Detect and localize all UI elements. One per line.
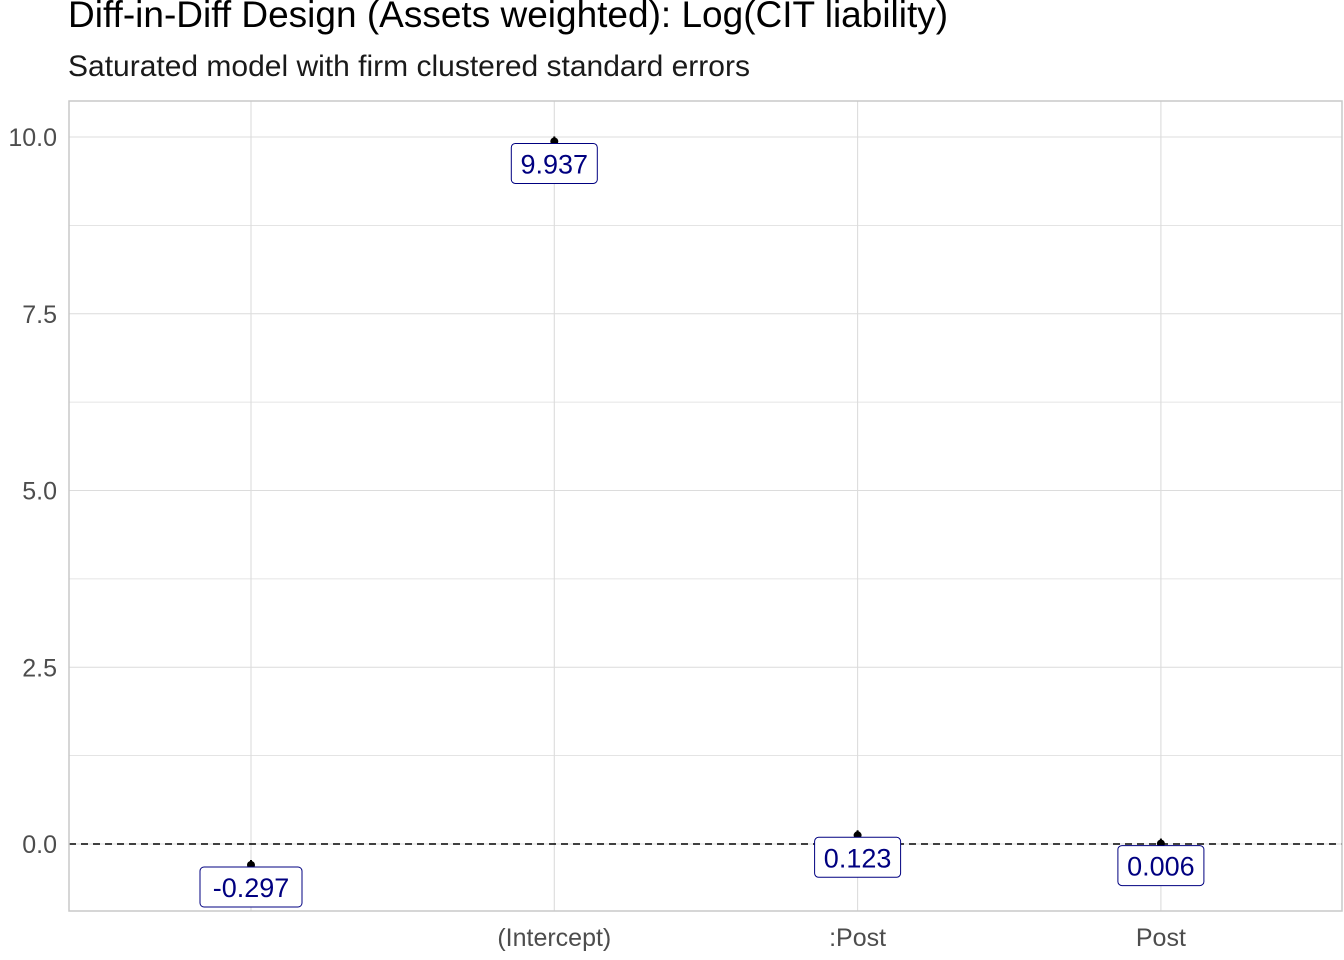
x-tick-label: (Intercept) <box>497 924 611 952</box>
y-tick-label: 5.0 <box>22 478 57 506</box>
x-tick-label: Post <box>1136 924 1186 952</box>
data-points <box>247 136 1165 870</box>
y-axis-ticks: 0.0 2.5 5.0 7.5 10.0 <box>8 124 57 859</box>
x-tick-label: :Post <box>829 924 886 952</box>
panel-border <box>68 100 1343 912</box>
data-label: 0.123 <box>824 843 892 873</box>
data-label: 0.006 <box>1127 852 1195 882</box>
y-tick-label: 7.5 <box>22 301 57 329</box>
major-gridlines <box>69 101 1342 911</box>
data-label: 9.937 <box>521 149 589 179</box>
y-tick-label: 2.5 <box>22 654 57 682</box>
data-label: -0.297 <box>213 873 290 903</box>
coefficient-chart: -0.297 9.937 0.123 0.006 0.0 2.5 5.0 7.5 10.0 (… <box>8 100 1343 952</box>
x-axis-ticks: (Intercept) :Post Post <box>497 924 1186 952</box>
y-tick-label: 10.0 <box>8 124 57 152</box>
data-labels: -0.297 9.937 0.123 0.006 <box>199 142 1205 908</box>
y-tick-label: 0.0 <box>22 831 57 859</box>
